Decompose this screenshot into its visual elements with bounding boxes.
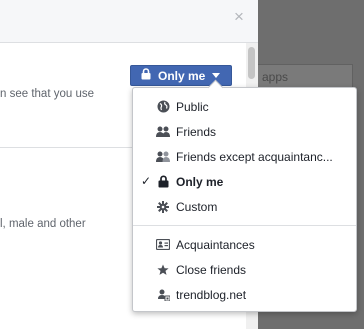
scrollbar-thumb[interactable]: [248, 47, 255, 79]
menu-item-only-me[interactable]: ✓ Only me: [133, 169, 356, 194]
menu-item-acquaintances[interactable]: Acquaintances: [133, 232, 356, 257]
checkmark-icon: ✓: [140, 174, 152, 188]
menu-item-label: Friends except acquaintanc...: [176, 150, 333, 164]
network-icon: [156, 288, 170, 301]
lock-icon: [156, 175, 170, 188]
menu-item-label: Custom: [176, 200, 218, 214]
chevron-down-icon: [212, 73, 221, 78]
menu-item-label: Public: [176, 100, 209, 114]
menu-item-label: Close friends: [176, 263, 247, 277]
privacy-dropdown-menu: Public Friends Friends except acquaintan…: [132, 87, 357, 312]
menu-item-close-friends[interactable]: Close friends: [133, 257, 356, 282]
friends-except-icon: [156, 150, 170, 163]
friends-icon: [156, 125, 170, 138]
menu-item-public[interactable]: Public: [133, 94, 356, 119]
menu-item-friends[interactable]: Friends: [133, 119, 356, 144]
menu-item-label: trendblog.net: [176, 288, 247, 302]
menu-item-label: Friends: [176, 125, 217, 139]
menu-item-label: Acquaintances: [176, 238, 255, 252]
contact-card-icon: [156, 238, 170, 251]
menu-item-trendblog[interactable]: trendblog.net: [133, 282, 356, 307]
globe-icon: [156, 100, 170, 113]
menu-item-custom[interactable]: Custom: [133, 194, 356, 219]
dialog-header: ×: [0, 0, 258, 43]
dialog-text-line-2: l, male and other: [0, 218, 86, 230]
gear-icon: [156, 200, 170, 213]
privacy-button-label: Only me: [158, 68, 206, 83]
star-icon: [156, 263, 170, 276]
dialog-text-line-1: n see that you use: [0, 88, 94, 100]
menu-item-label: Only me: [176, 175, 224, 189]
lock-icon: [141, 68, 151, 83]
close-icon[interactable]: ×: [232, 8, 246, 25]
menu-item-friends-except[interactable]: Friends except acquaintanc...: [133, 144, 356, 169]
menu-divider: [133, 225, 356, 226]
